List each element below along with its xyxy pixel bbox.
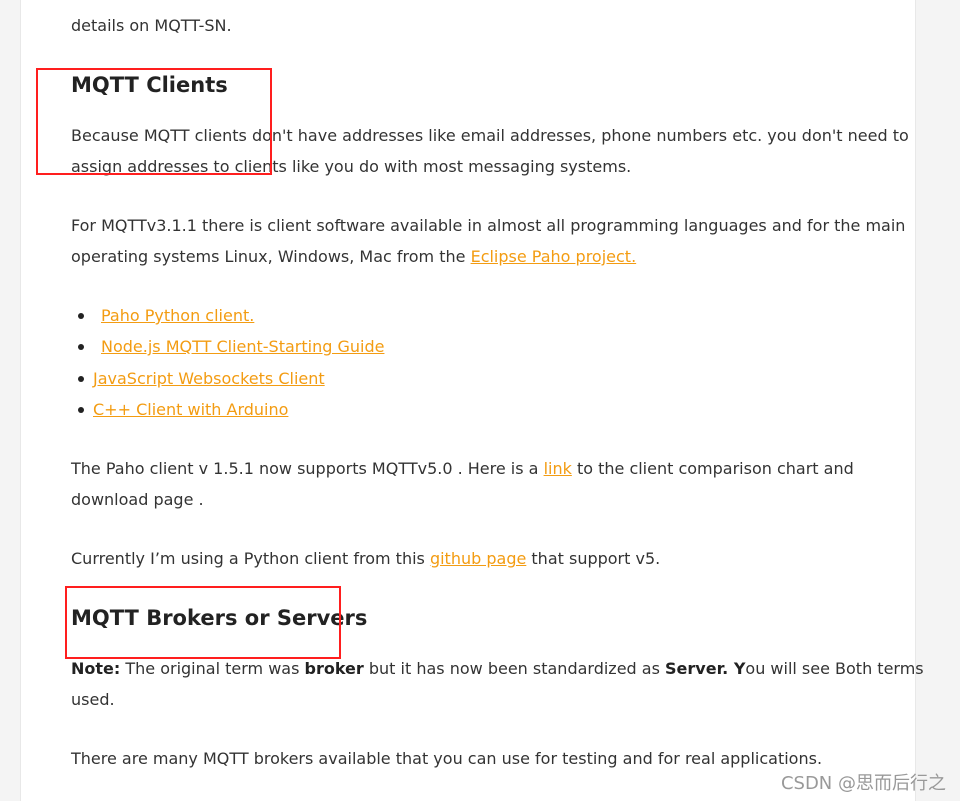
list-bullet xyxy=(78,344,84,350)
note-text: The original term was xyxy=(120,659,305,678)
note-bold-server: Server. Y xyxy=(665,659,746,678)
list-bullet xyxy=(78,313,84,319)
clients-para3-text: The Paho client v 1.5.1 now supports MQT… xyxy=(71,459,544,478)
list-item-paho-python-link[interactable]: Paho Python client. xyxy=(101,306,254,326)
highlight-box-brokers xyxy=(65,586,341,659)
brokers-para-last: There are many MQTT brokers available th… xyxy=(71,749,823,768)
top-paragraph-end: details on MQTT-SN. xyxy=(71,16,232,35)
note-text: but it has now been standardized as xyxy=(363,659,666,678)
brokers-note-line1: Note: The original term was broker but i… xyxy=(71,659,924,679)
list-bullet xyxy=(78,376,84,382)
list-item-javascript-link[interactable]: JavaScript Websockets Client xyxy=(93,369,325,389)
clients-para4-suffix: that support v5. xyxy=(526,549,661,568)
clients-para3-line2: download page . xyxy=(71,490,204,509)
clients-para4-text: Currently I’m using a Python client from… xyxy=(71,549,430,568)
list-item-cpp-link[interactable]: C++ Client with Arduino xyxy=(93,400,288,420)
clients-para3-line1: The Paho client v 1.5.1 now supports MQT… xyxy=(71,459,854,479)
clients-para2-text: operating systems Linux, Windows, Mac fr… xyxy=(71,247,471,266)
note-label: Note: xyxy=(71,659,121,678)
brokers-note-line2: used. xyxy=(71,690,115,709)
clients-para2-line2: operating systems Linux, Windows, Mac fr… xyxy=(71,247,636,267)
note-text: ou will see Both terms xyxy=(745,659,924,678)
clients-para2-line1: For MQTTv3.1.1 there is client software … xyxy=(71,216,906,235)
clients-para3-suffix: to the client comparison chart and xyxy=(571,459,854,478)
note-bold-broker: broker xyxy=(304,659,364,678)
list-bullet xyxy=(78,407,84,413)
eclipse-paho-link[interactable]: Eclipse Paho project. xyxy=(471,247,637,266)
comparison-link[interactable]: link xyxy=(544,459,572,478)
github-page-link[interactable]: github page xyxy=(430,549,526,568)
highlight-box-clients xyxy=(36,68,272,175)
clients-para4: Currently I’m using a Python client from… xyxy=(71,549,660,569)
list-item-nodejs-link[interactable]: Node.js MQTT Client-Starting Guide xyxy=(101,337,384,357)
csdn-watermark: CSDN @思而后行之 xyxy=(780,773,946,794)
